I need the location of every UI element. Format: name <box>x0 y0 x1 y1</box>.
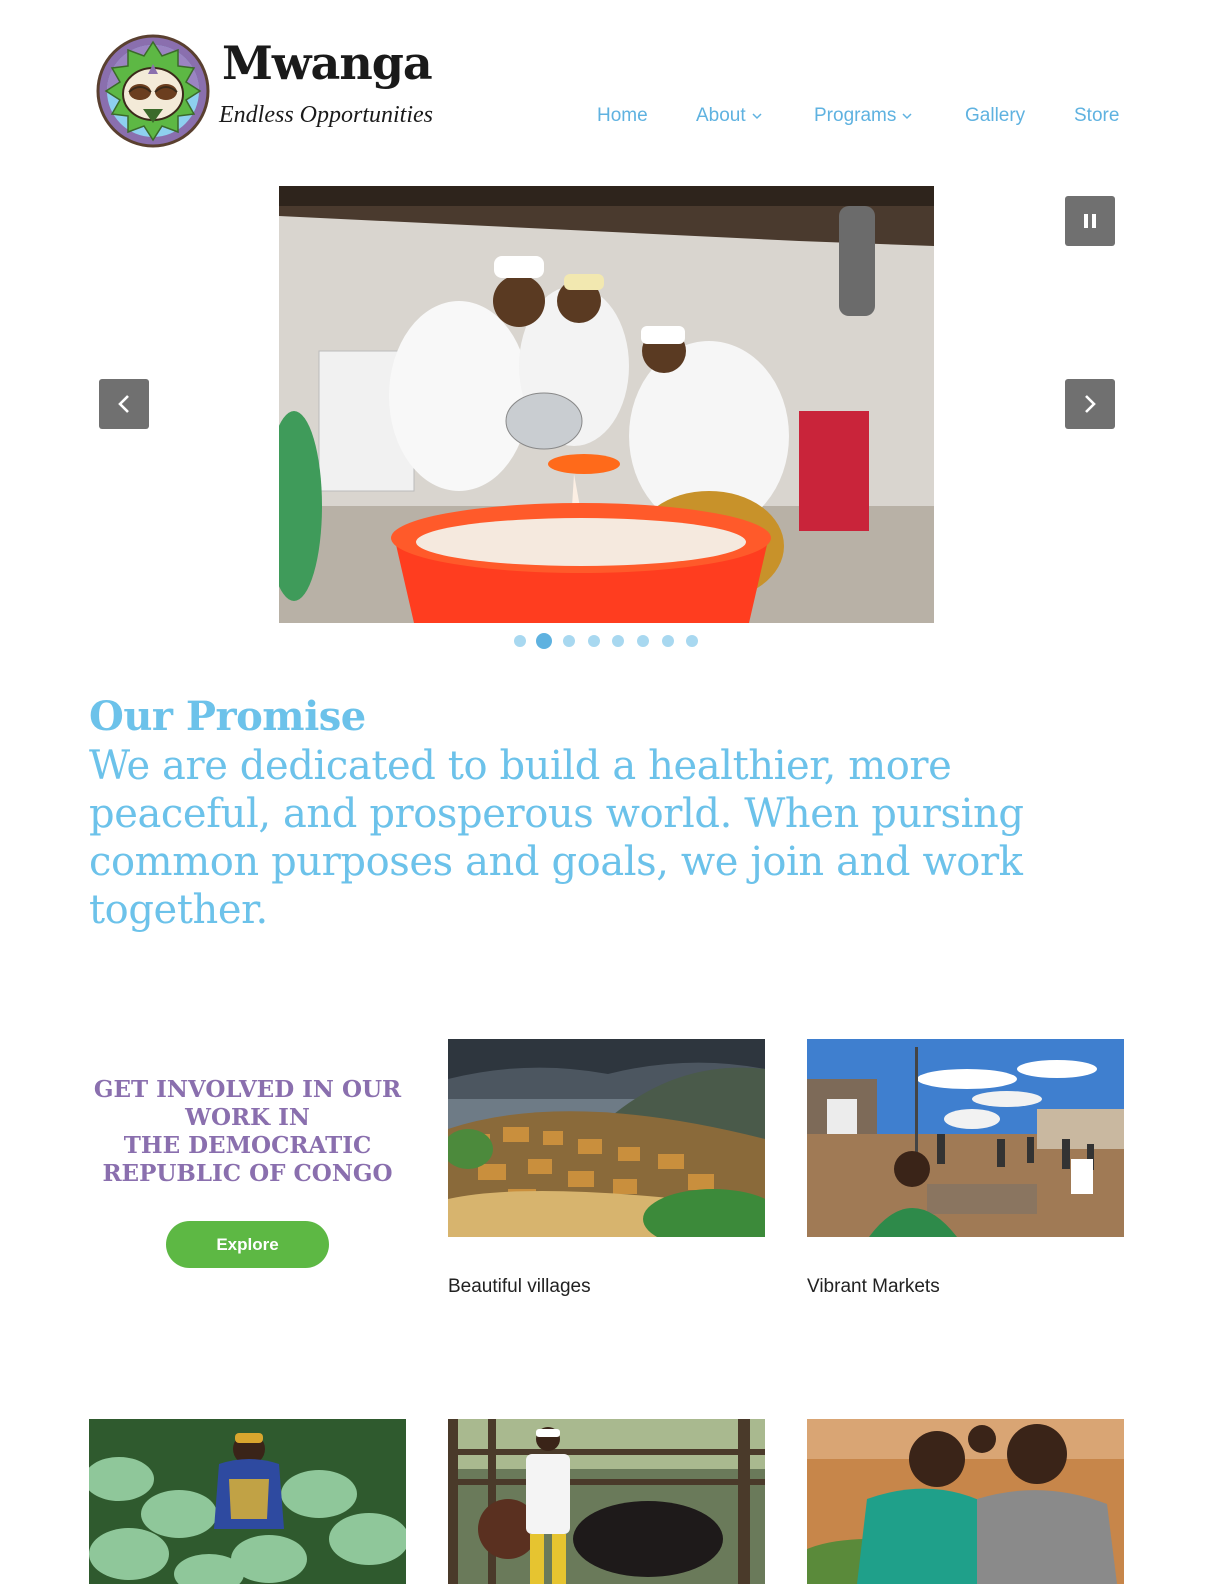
village-photo[interactable] <box>448 1039 765 1237</box>
slider-dot[interactable] <box>536 633 553 649</box>
promise-section: Our Promise We are dedicated to build a … <box>89 692 1089 934</box>
cta-line: THE DEMOCRATIC <box>123 1132 372 1159</box>
chevron-down-icon <box>752 112 762 120</box>
promise-title: Our Promise <box>89 693 366 740</box>
nav-about[interactable]: About <box>696 105 762 127</box>
slider-prev-button[interactable] <box>99 379 149 429</box>
slider-dot[interactable] <box>562 635 575 647</box>
nav-store[interactable]: Store <box>1074 105 1119 127</box>
chevron-down-icon <box>902 112 912 120</box>
slider-dot[interactable] <box>686 635 699 647</box>
main-nav: Home About Programs Gallery Store <box>0 105 1224 135</box>
explore-button[interactable]: Explore <box>166 1221 329 1268</box>
cta-line: REPUBLIC OF CONGO <box>102 1160 393 1187</box>
cattle-photo[interactable] <box>448 1419 765 1584</box>
women-photo[interactable] <box>807 1419 1124 1584</box>
nav-gallery[interactable]: Gallery <box>965 105 1025 127</box>
promise-text: We are dedicated to build a healthier, m… <box>89 743 1024 933</box>
nav-programs[interactable]: Programs <box>814 105 912 127</box>
slider-dot[interactable] <box>513 635 526 647</box>
slider-next-button[interactable] <box>1065 379 1115 429</box>
cta-line: WORK IN <box>185 1104 310 1131</box>
slider-pause-button[interactable] <box>1065 196 1115 246</box>
slider-dot[interactable] <box>612 635 625 647</box>
slider-dot[interactable] <box>661 635 674 647</box>
market-photo[interactable] <box>807 1039 1124 1237</box>
farm-photo[interactable] <box>89 1419 406 1584</box>
slider-dot[interactable] <box>637 635 650 647</box>
pause-icon <box>1084 214 1096 228</box>
cta-line: GET INVOLVED IN OUR <box>93 1076 402 1103</box>
brand-name[interactable]: Mwanga <box>222 40 433 86</box>
chevron-left-icon <box>118 395 129 413</box>
slider-dot[interactable] <box>587 635 600 647</box>
caption-markets: Vibrant Markets <box>807 1276 940 1297</box>
chevron-right-icon <box>1085 395 1096 413</box>
slider-pagination <box>0 633 1224 649</box>
get-involved-heading: GET INVOLVED IN OUR WORK IN THE DEMOCRAT… <box>89 1076 406 1188</box>
nav-home[interactable]: Home <box>597 105 648 127</box>
hero-slide-image <box>279 186 934 623</box>
caption-villages: Beautiful villages <box>448 1276 591 1297</box>
